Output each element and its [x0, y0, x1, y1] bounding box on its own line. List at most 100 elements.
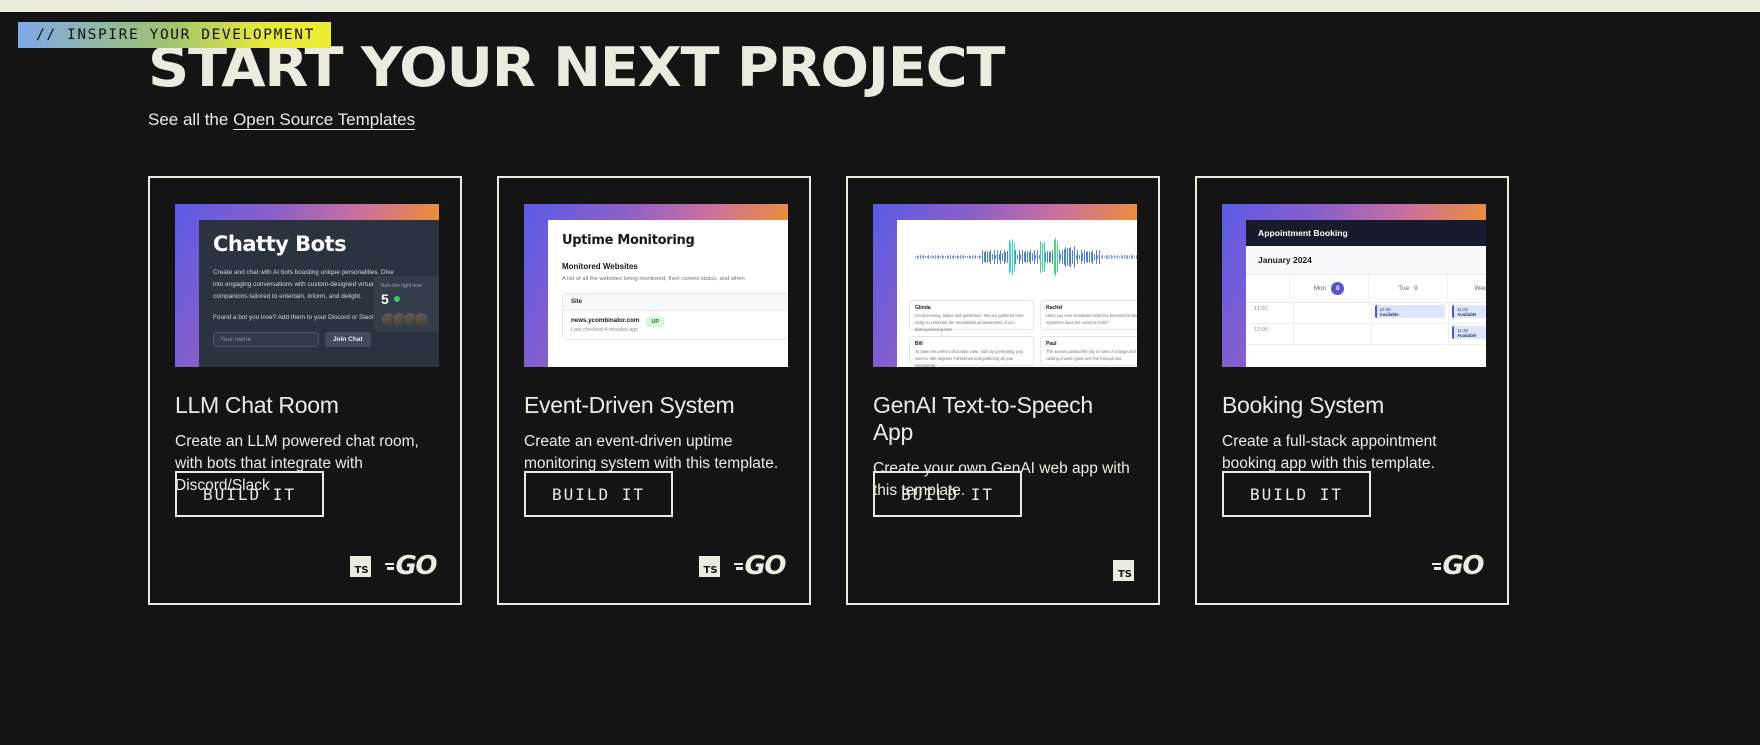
card-thumbnail: Uptime Monitoring Monitored Websites A l…: [524, 204, 788, 367]
template-card-list: Chatty Bots Create and chat with AI bots…: [148, 176, 1509, 605]
day-name: Wed: [1474, 285, 1486, 292]
preview-history-row: History: [909, 283, 1137, 294]
day-header-mon: Mon 8: [1288, 275, 1368, 302]
calendar-row: 11:00 10:30 Available 11:00 Available: [1246, 303, 1486, 324]
calendar-row: 12:00 11:30 Available: [1246, 324, 1486, 345]
top-strip: [0, 0, 1760, 12]
golang-icon: GO: [384, 551, 438, 581]
speaker-name: Bill: [915, 341, 923, 347]
calendar-slot: [1370, 324, 1449, 344]
open-source-templates-link[interactable]: Open Source Templates: [233, 110, 415, 129]
go-dashes: [384, 562, 394, 570]
table-cell-site: news.ycombinator.com Last checked 4 minu…: [571, 317, 639, 333]
calendar-slot: [1292, 324, 1371, 344]
preview-bots-live-count: 5: [381, 291, 439, 307]
build-it-button[interactable]: BUILD IT: [1222, 471, 1371, 517]
day-number: 9: [1414, 285, 1418, 292]
online-status-dot: [393, 296, 400, 302]
typescript-icon: TS: [698, 555, 720, 577]
day-header-spacer: [1246, 275, 1289, 302]
preview-speaker-grid: Glinda Good evening, ladies and gentleme…: [909, 300, 1137, 367]
card-title: GenAI Text-to-Speech App: [873, 392, 1093, 445]
card-description: Create a full-stack appointment booking …: [1222, 433, 1437, 472]
speaker-card: Bill To bake the perfect chocolate cake,…: [909, 336, 1034, 367]
calendar-slot: 11:30 Available: [1448, 324, 1486, 344]
preview-paragraph: Create and chat with AI bots boasting un…: [213, 269, 394, 300]
card-thumbnail: History Glinda Good evening, ladies and …: [873, 204, 1137, 367]
day-name: Mon: [1313, 285, 1327, 292]
preview-join-button: Join Chat: [325, 331, 371, 347]
table-column-header-site: Site: [563, 294, 788, 311]
day-header-wed: Wed 10: [1446, 275, 1486, 302]
typescript-icon: TS: [349, 555, 371, 577]
speaker-text: Have you ever wondered what lies beyond …: [1046, 313, 1137, 325]
templates-section: // INSPIRE YOUR DEVELOPMENT START YOUR N…: [0, 0, 1760, 745]
golang-icon: GO: [1431, 551, 1485, 581]
calendar-slot: 11:00 Available: [1448, 303, 1486, 323]
build-it-button[interactable]: BUILD IT: [524, 471, 673, 517]
golang-label: GO: [744, 551, 787, 581]
see-all-prefix: See all the: [148, 110, 234, 129]
preview-subheading: Monitored Websites: [562, 262, 638, 271]
last-checked-text: Last checked 4 minutes ago: [571, 327, 639, 333]
preview-month-label: January 2024: [1246, 246, 1486, 275]
card-thumbnail: Appointment Booking January 2024 Mon 8 T…: [1222, 204, 1486, 367]
slot-status: Available: [1379, 311, 1399, 317]
preview-day-header-row: Mon 8 Tue 9 Wed 10: [1246, 275, 1486, 303]
preview-bots-live-panel: Bots live right now 5: [373, 276, 439, 332]
template-card-booking-system[interactable]: Appointment Booking January 2024 Mon 8 T…: [1195, 176, 1509, 605]
day-name: Tue: [1398, 285, 1410, 292]
preview-subtext: A list of all the websites being monitor…: [562, 276, 745, 282]
template-card-genai-tts[interactable]: History Glinda Good evening, ladies and …: [846, 176, 1160, 605]
time-label: 11:00: [1254, 306, 1268, 312]
speaker-text: To bake the perfect chocolate cake, star…: [915, 349, 1024, 367]
golang-icon: GO: [733, 551, 787, 581]
preview-join-form: Your name Join Chat: [213, 331, 439, 347]
day-header-tue: Tue 9: [1367, 275, 1447, 302]
site-name: news.ycombinator.com: [571, 317, 640, 324]
build-it-button[interactable]: BUILD IT: [873, 471, 1022, 517]
go-dashes: [1431, 562, 1441, 570]
card-title: Event-Driven System: [524, 392, 735, 418]
calendar-slot: 10:30 Available: [1370, 303, 1449, 323]
day-number-pill: 8: [1331, 282, 1345, 295]
audio-waveform-icon: [909, 235, 1137, 279]
template-card-event-driven-system[interactable]: Uptime Monitoring Monitored Websites A l…: [497, 176, 811, 605]
language-badges: TS GO: [349, 551, 438, 581]
bots-count-value: 5: [381, 291, 389, 307]
preview-name-input: Your name: [213, 331, 319, 347]
preview-app-bar: Appointment Booking: [1246, 220, 1486, 246]
template-card-llm-chat-room[interactable]: Chatty Bots Create and chat with AI bots…: [148, 176, 462, 605]
speaker-name: Glinda: [915, 305, 931, 311]
thumbnail-app-preview: Chatty Bots Create and chat with AI bots…: [199, 220, 439, 367]
available-slot: 11:30 Available: [1452, 326, 1486, 339]
speaker-card: Rachel Have you ever wondered what lies …: [1040, 300, 1137, 330]
language-badges: TS: [1113, 560, 1134, 581]
card-title: Booking System: [1222, 392, 1384, 418]
preview-heading: Chatty Bots: [213, 232, 347, 256]
card-description: Create an event-driven uptime monitoring…: [524, 433, 779, 472]
card-title: LLM Chat Room: [175, 392, 339, 418]
preview-sites-table: Site news.ycombinator.com Last checked 4…: [562, 293, 788, 340]
speaker-text: Good evening, ladies and gentlemen. We a…: [915, 313, 1024, 332]
thumbnail-app-preview: Appointment Booking January 2024 Mon 8 T…: [1246, 220, 1486, 367]
golang-label: GO: [395, 551, 438, 581]
thumbnail-app-preview: History Glinda Good evening, ladies and …: [897, 220, 1137, 367]
speaker-card: Paul The sunset painted the sky in hues …: [1040, 336, 1137, 366]
golang-label: GO: [1442, 551, 1485, 581]
table-row: news.ycombinator.com Last checked 4 minu…: [563, 311, 788, 339]
slot-status: Available: [1457, 311, 1477, 317]
preview-avatar-group: [381, 312, 439, 327]
speaker-card: Glinda Good evening, ladies and gentleme…: [909, 300, 1034, 332]
avatar: [414, 312, 429, 327]
card-thumbnail: Chatty Bots Create and chat with AI bots…: [175, 204, 439, 367]
thumbnail-app-preview: Uptime Monitoring Monitored Websites A l…: [548, 220, 788, 367]
slot-status: Available: [1457, 332, 1477, 338]
time-label: 12:00: [1254, 327, 1268, 333]
calendar-slot: [1292, 303, 1371, 323]
build-it-button[interactable]: BUILD IT: [175, 471, 324, 517]
go-dashes: [733, 562, 743, 570]
speaker-name: Paul: [1046, 341, 1057, 347]
speaker-text: The sunset painted the sky in hues of or…: [1046, 349, 1137, 361]
see-all-line: See all the Open Source Templates: [148, 110, 415, 130]
